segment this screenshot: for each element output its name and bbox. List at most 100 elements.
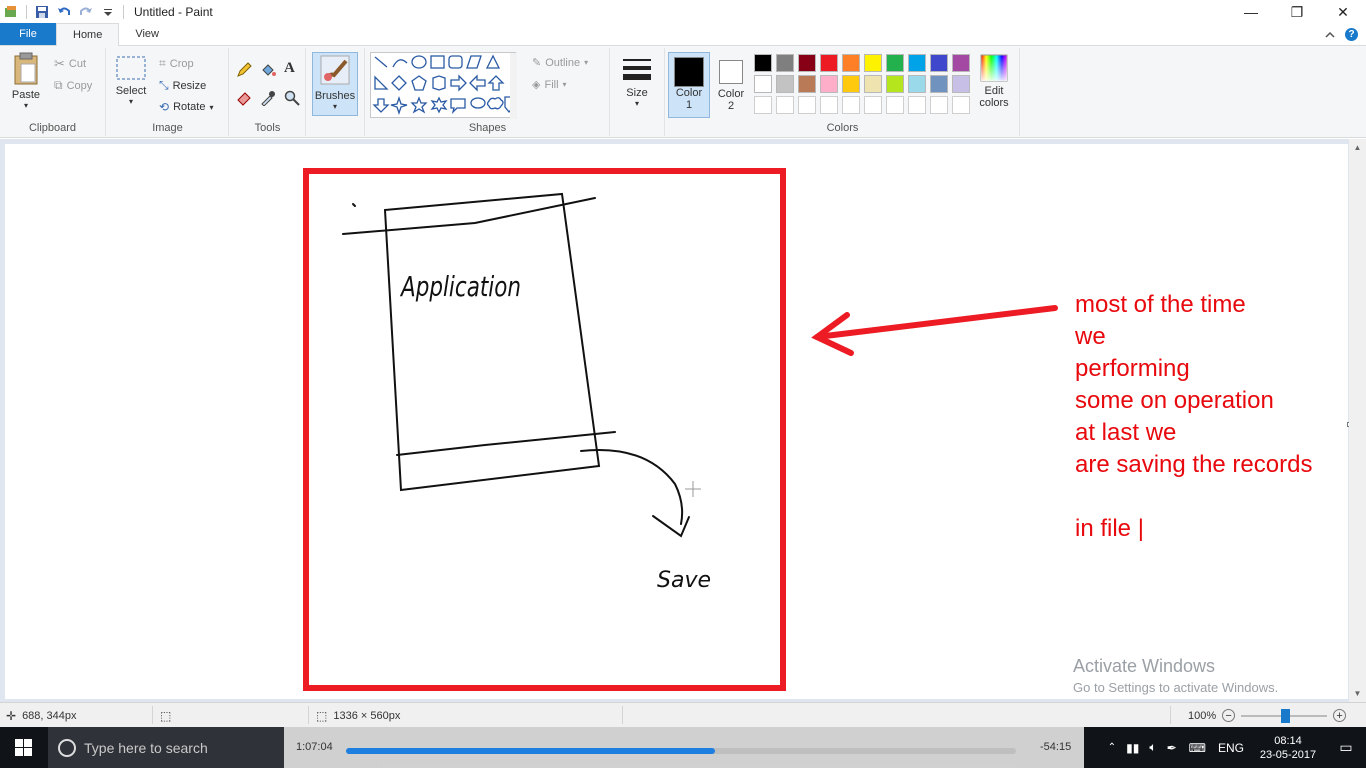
shape-down-arrow[interactable] — [372, 98, 390, 113]
scroll-up-icon[interactable]: ▲ — [1349, 139, 1366, 156]
maximize-button[interactable]: ❐ — [1274, 0, 1320, 24]
shape-cloud-callout[interactable] — [486, 97, 504, 110]
undo-icon[interactable] — [57, 5, 71, 19]
shape-hexagon[interactable] — [432, 75, 446, 91]
brushes-button[interactable]: Brushes ▾ — [312, 52, 358, 116]
palette-color-swatch[interactable] — [864, 54, 882, 72]
resize-button[interactable]: ⤡ Resize — [159, 78, 206, 93]
shape-oval[interactable] — [411, 55, 427, 69]
shape-triangle[interactable] — [485, 54, 501, 69]
zoom-in-icon[interactable]: + — [1333, 709, 1347, 722]
palette-color-swatch[interactable] — [930, 54, 948, 72]
shape-rounded-callout[interactable] — [450, 98, 466, 115]
shape-left-arrow[interactable] — [469, 74, 486, 92]
paint-app-icon[interactable] — [4, 5, 18, 19]
taskbar-search-box[interactable]: Type here to search — [48, 727, 284, 768]
palette-custom-swatch[interactable] — [952, 96, 970, 114]
color1-button[interactable]: Color 1 — [668, 52, 710, 118]
copy-button[interactable]: ⧉ Copy — [54, 78, 92, 93]
redo-icon[interactable] — [79, 5, 93, 19]
vertical-scrollbar[interactable]: ▲ ▼ — [1349, 139, 1366, 702]
pencil-icon[interactable] — [236, 62, 252, 78]
palette-color-swatch[interactable] — [908, 54, 926, 72]
outline-dropdown[interactable]: ✎ Outline ▾ — [532, 56, 588, 70]
palette-color-swatch[interactable] — [930, 75, 948, 93]
shape-right-triangle[interactable] — [374, 75, 389, 90]
clock[interactable]: 08:14 23-05-2017 — [1250, 734, 1326, 762]
palette-color-swatch[interactable] — [754, 54, 772, 72]
action-center-icon[interactable]: ▭ — [1326, 739, 1366, 756]
size-button[interactable]: Size ▾ — [617, 56, 657, 108]
minimize-button[interactable]: — — [1228, 0, 1274, 24]
magnifier-icon[interactable] — [284, 90, 300, 106]
edit-colors-button[interactable]: Edit colors — [974, 54, 1014, 109]
shape-four-point-star[interactable] — [390, 95, 408, 116]
language-indicator[interactable]: ENG — [1218, 741, 1244, 755]
shape-five-point-star[interactable] — [410, 96, 428, 114]
volume-icon[interactable]: 🔈︎ — [1149, 740, 1156, 755]
help-icon[interactable]: ? — [1345, 28, 1358, 41]
palette-custom-swatch[interactable] — [930, 96, 948, 114]
fill-dropdown[interactable]: ◈ Fill ▾ — [532, 78, 567, 92]
zoom-slider-thumb[interactable] — [1281, 709, 1291, 723]
palette-color-swatch[interactable] — [776, 75, 794, 93]
shape-curve[interactable] — [392, 59, 408, 68]
cut-button[interactable]: ✂ Cut — [54, 56, 86, 72]
palette-color-swatch[interactable] — [886, 54, 904, 72]
color-picker-icon[interactable] — [260, 90, 276, 106]
keyboard-icon[interactable]: ⌨ — [1189, 741, 1206, 755]
tab-view[interactable]: View — [119, 23, 175, 45]
palette-color-swatch[interactable] — [820, 54, 838, 72]
text-tool-icon[interactable]: A — [284, 60, 295, 77]
customize-qat-icon[interactable] — [101, 5, 115, 19]
scroll-down-icon[interactable]: ▼ — [1349, 685, 1366, 702]
shape-polygon[interactable] — [466, 55, 482, 69]
shape-rectangle[interactable] — [430, 55, 445, 69]
seek-track[interactable] — [346, 748, 1016, 754]
palette-color-swatch[interactable] — [864, 75, 882, 93]
palette-color-swatch[interactable] — [952, 54, 970, 72]
palette-color-swatch[interactable] — [842, 75, 860, 93]
shape-up-arrow[interactable] — [487, 75, 505, 91]
palette-color-swatch[interactable] — [776, 54, 794, 72]
rotate-button[interactable]: ⟲ Rotate ▾ — [159, 100, 214, 114]
zoom-out-icon[interactable]: − — [1222, 709, 1236, 722]
collapse-ribbon-icon[interactable] — [1325, 31, 1335, 39]
fill-bucket-icon[interactable] — [260, 62, 276, 78]
palette-color-swatch[interactable] — [886, 75, 904, 93]
palette-color-swatch[interactable] — [798, 75, 816, 93]
eraser-icon[interactable] — [236, 90, 252, 106]
palette-custom-swatch[interactable] — [886, 96, 904, 114]
tray-chevron-icon[interactable]: ⌃ — [1108, 742, 1116, 753]
pen-icon[interactable]: ✒ — [1167, 741, 1177, 755]
crop-button[interactable]: ⌗ Crop — [159, 56, 194, 71]
tab-home[interactable]: Home — [56, 23, 120, 46]
shape-oval-callout[interactable] — [470, 97, 486, 109]
shape-line[interactable] — [374, 56, 388, 68]
tab-file[interactable]: File — [0, 23, 56, 45]
shapes-gallery[interactable] — [370, 52, 517, 119]
shape-six-point-star[interactable] — [430, 96, 448, 114]
palette-custom-swatch[interactable] — [908, 96, 926, 114]
network-icon[interactable]: ▮▮ — [1126, 741, 1139, 755]
palette-color-swatch[interactable] — [908, 75, 926, 93]
palette-color-swatch[interactable] — [842, 54, 860, 72]
windows-start-icon[interactable] — [15, 739, 32, 756]
palette-custom-swatch[interactable] — [864, 96, 882, 114]
palette-color-swatch[interactable] — [754, 75, 772, 93]
palette-color-swatch[interactable] — [952, 75, 970, 93]
palette-color-swatch[interactable] — [798, 54, 816, 72]
paste-button[interactable]: Paste ▾ — [6, 52, 46, 110]
color2-button[interactable]: Color 2 — [712, 52, 750, 112]
palette-custom-swatch[interactable] — [820, 96, 838, 114]
zoom-slider[interactable] — [1241, 709, 1328, 723]
shape-diamond[interactable] — [391, 75, 407, 91]
shape-pentagon[interactable] — [411, 75, 427, 91]
save-icon[interactable] — [35, 5, 49, 19]
drawing-canvas[interactable]: Application Save most of the time we perfo… — [5, 144, 1352, 699]
palette-custom-swatch[interactable] — [842, 96, 860, 114]
palette-custom-swatch[interactable] — [754, 96, 772, 114]
select-button[interactable]: Select ▾ — [113, 54, 149, 106]
palette-custom-swatch[interactable] — [776, 96, 794, 114]
shape-right-arrow[interactable] — [450, 74, 467, 92]
